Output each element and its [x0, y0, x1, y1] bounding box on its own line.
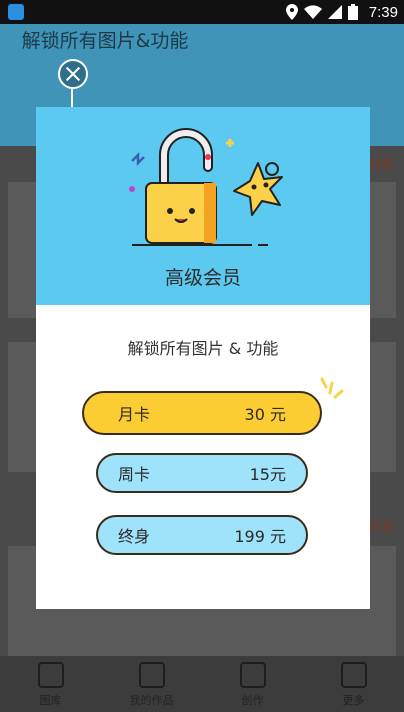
signal-icon [328, 5, 342, 19]
pencil-icon [239, 662, 266, 688]
tab-create[interactable]: 创作 [202, 656, 303, 712]
tab-more[interactable]: 更多 [303, 656, 404, 712]
close-connector [71, 87, 73, 107]
plan-name: 终身 [118, 527, 151, 546]
section-all-link[interactable]: 全部 [368, 154, 394, 173]
status-bar: 7:39 [0, 0, 404, 24]
status-time: 7:39 [368, 4, 398, 21]
tab-label: 我的作品 [129, 694, 174, 707]
plan-name: 周卡 [118, 465, 151, 484]
location-icon [286, 4, 298, 20]
plan-price: 199 元 [234, 527, 286, 546]
wifi-icon [304, 5, 322, 19]
tab-label: 创作 [241, 694, 264, 707]
vip-dialog: 高级会员 解锁所有图片 & 功能 月卡 30 元 周卡 15元 终身 199 元 [36, 107, 370, 609]
section-all-link[interactable]: 全部 [368, 516, 394, 535]
dialog-header: 高级会员 [36, 107, 370, 305]
dialog-title: 高级会员 [164, 267, 241, 289]
plan-month-button[interactable]: 月卡 30 元 [82, 391, 322, 435]
bottom-tab-bar: 图库 我的作品 创作 更多 [0, 656, 404, 712]
tab-label: 更多 [342, 694, 365, 707]
unlocked-padlock-mascot-icon [129, 128, 283, 246]
plan-price: 15元 [249, 465, 286, 484]
plan-name: 月卡 [118, 405, 151, 424]
plan-week-button[interactable]: 周卡 15元 [96, 453, 308, 493]
diamond-icon [138, 662, 165, 688]
sparkle-icon [320, 377, 344, 399]
app-notification-icon [8, 4, 24, 20]
close-button[interactable] [58, 59, 88, 89]
dialog-subtitle: 解锁所有图片 & 功能 [127, 339, 279, 358]
gallery-icon [37, 662, 64, 688]
tab-gallery[interactable]: 图库 [0, 656, 101, 712]
tab-label: 图库 [39, 694, 62, 707]
status-icons [286, 4, 358, 20]
tab-my-works[interactable]: 我的作品 [101, 656, 202, 712]
plan-lifetime-button[interactable]: 终身 199 元 [96, 515, 308, 555]
plan-price: 30 元 [244, 405, 286, 424]
more-icon [340, 662, 367, 688]
banner-title: 解锁所有图片&功能 [21, 30, 189, 52]
battery-icon [348, 4, 358, 20]
